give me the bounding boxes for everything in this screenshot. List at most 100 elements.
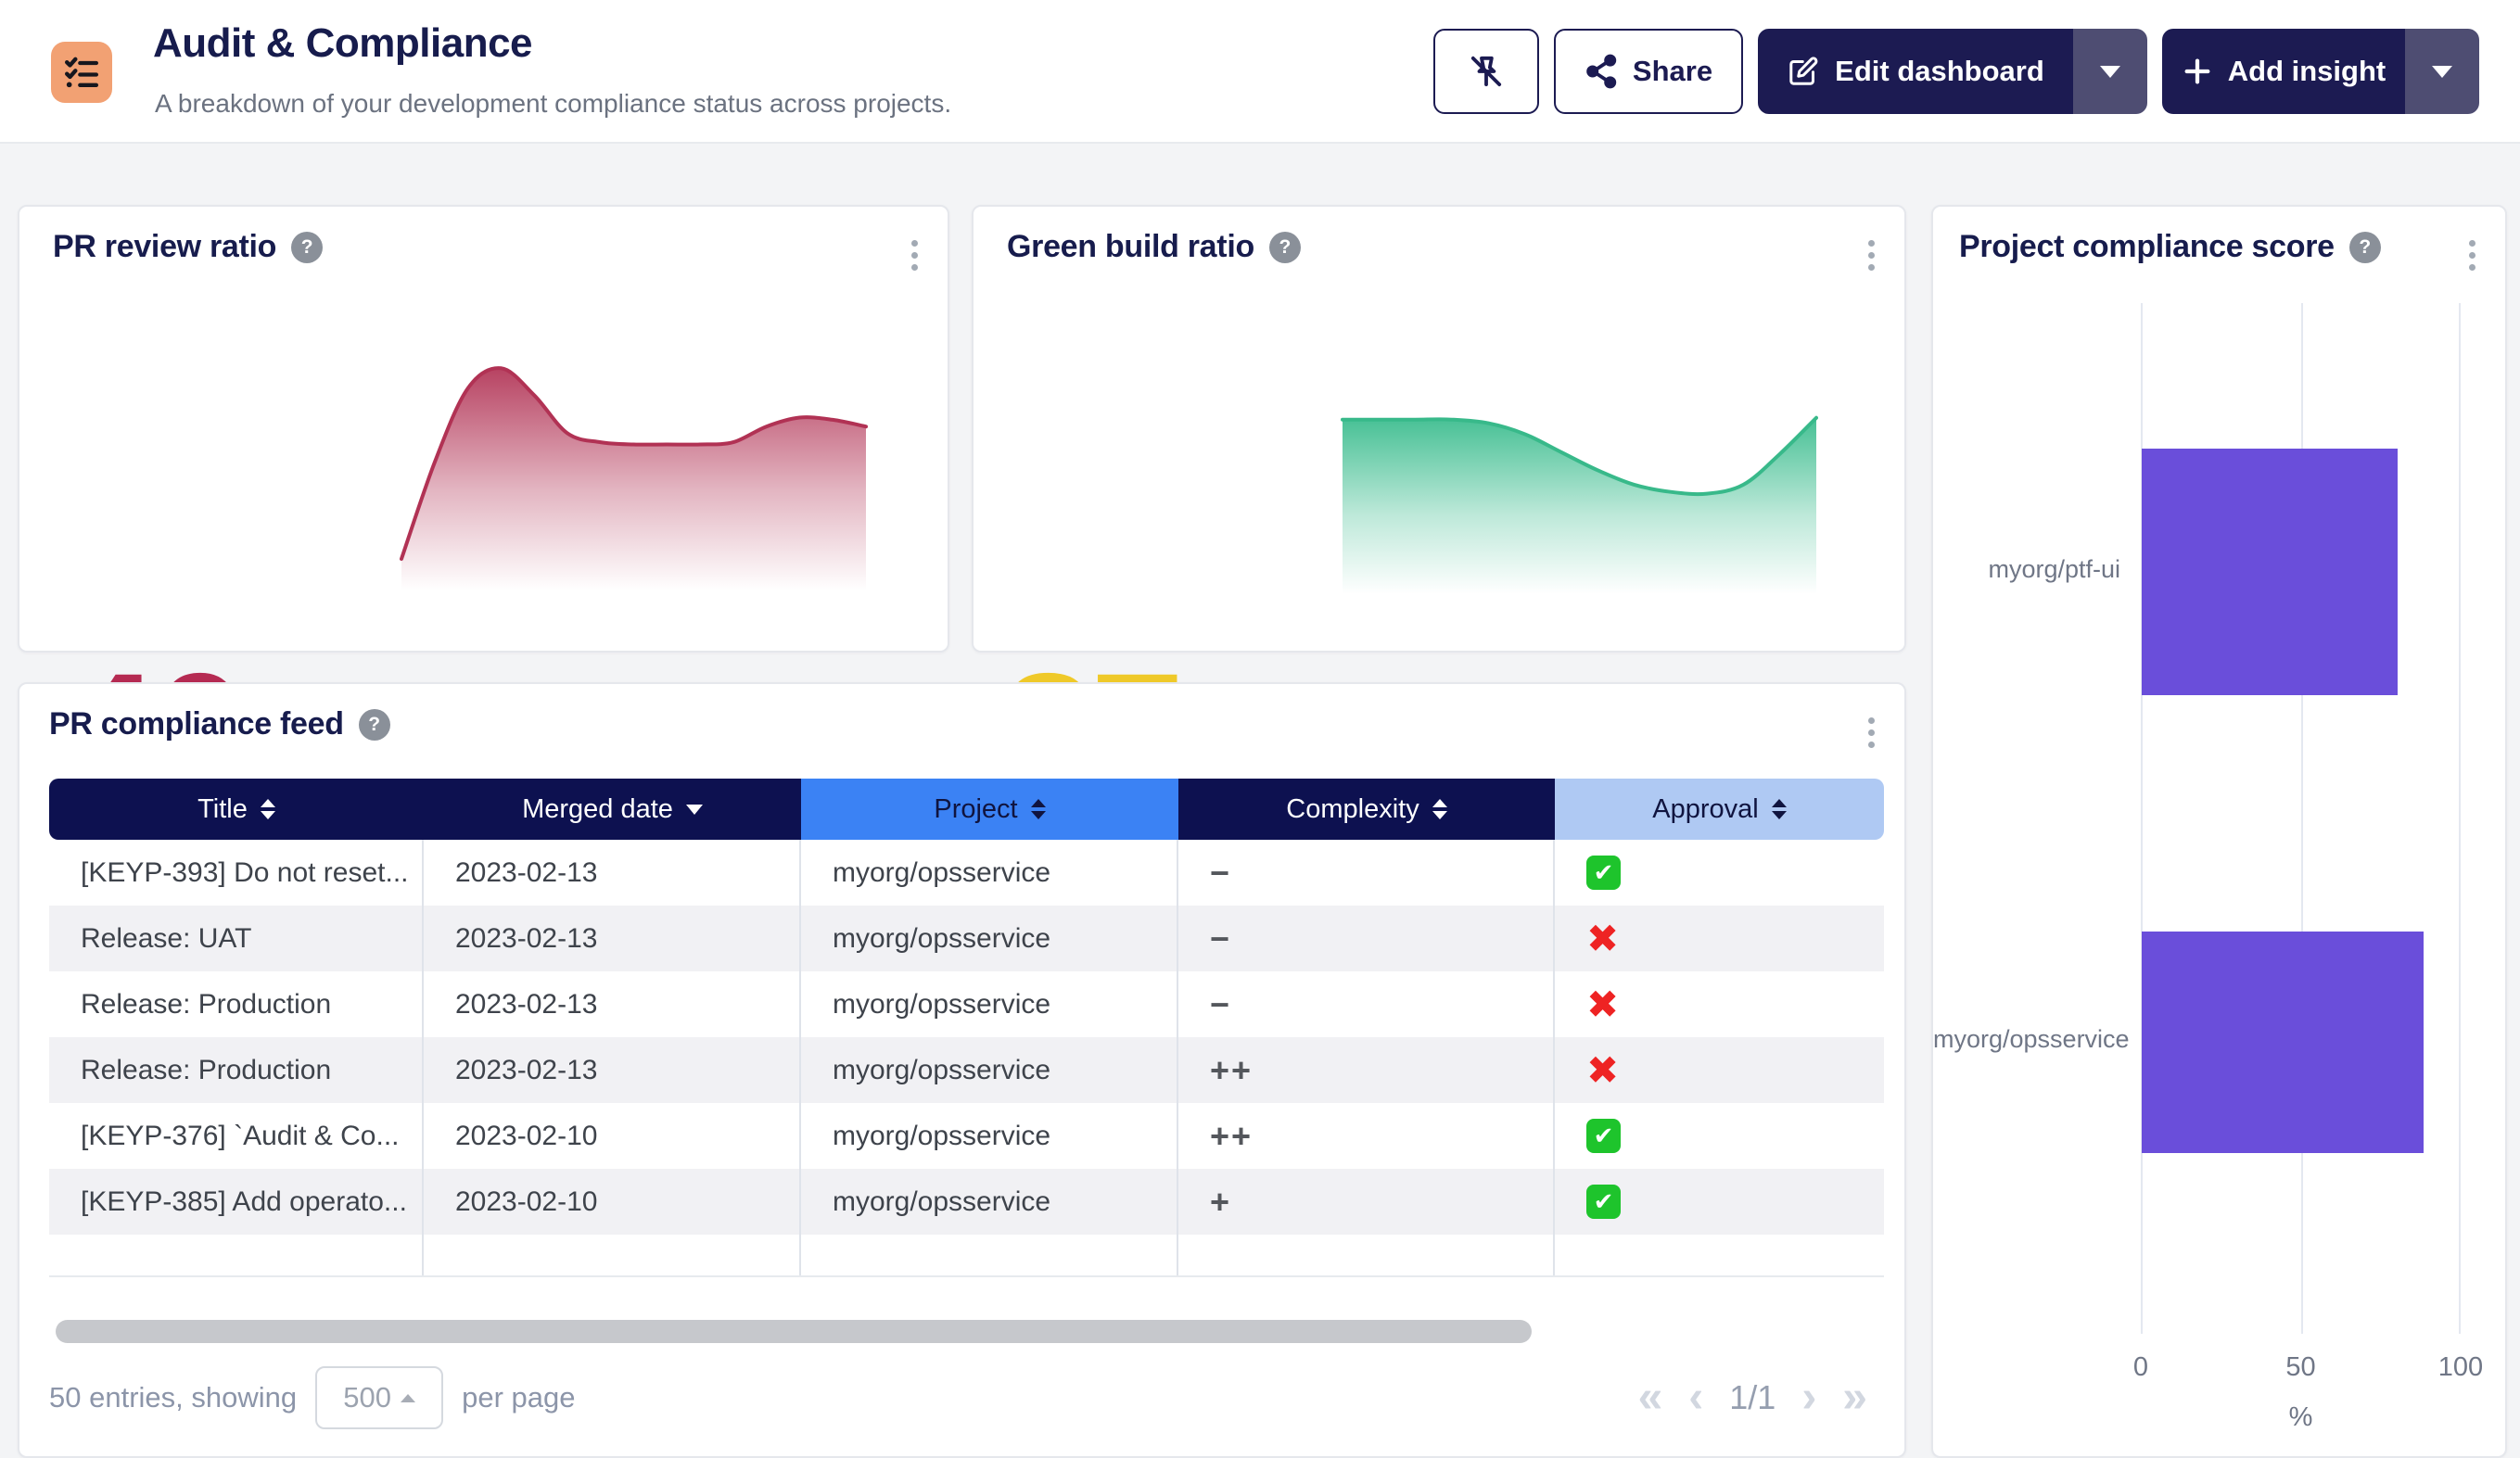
chevron-down-icon	[2432, 66, 2452, 78]
cell-complexity: ++	[1178, 1103, 1555, 1169]
card-project-compliance-score: Project compliance score ? myorg/ptf-ui …	[1931, 205, 2507, 1458]
cell-title: Release: Production	[49, 971, 424, 1037]
add-insight-label: Add insight	[2228, 55, 2386, 88]
pr-review-area-chart	[400, 357, 868, 590]
approval-approved-icon: ✔	[1586, 1185, 1621, 1219]
cell-merged-date: 2023-02-13	[424, 971, 801, 1037]
cell-complexity: −	[1178, 840, 1555, 906]
sort-icon	[1031, 799, 1046, 819]
column-header-approval[interactable]: Approval	[1555, 779, 1884, 840]
card-green-build-ratio: Green build ratio ? 87 %	[972, 205, 1906, 653]
card-title: Project compliance score	[1959, 229, 2335, 265]
cell-merged-date: 2023-02-10	[424, 1103, 801, 1169]
approval-approved-icon: ✔	[1586, 1119, 1621, 1153]
more-menu-button[interactable]	[1863, 712, 1880, 754]
cell-project: myorg/opsservice	[801, 906, 1178, 971]
entries-count-text: 50 entries, showing	[49, 1381, 297, 1414]
bar-myorg-ptf-ui	[2142, 449, 2398, 695]
plus-icon	[2182, 56, 2213, 87]
table-row: Release: UAT 2023-02-13 myorg/opsservice…	[49, 906, 1884, 971]
page-indicator: 1/1	[1729, 1378, 1775, 1417]
pin-off-icon	[1468, 53, 1505, 90]
approval-rejected-icon: ✖	[1586, 1053, 1619, 1087]
cell-merged-date: 2023-02-13	[424, 840, 801, 906]
chevron-up-icon	[401, 1394, 415, 1402]
cell-title: [KEYP-393] Do not reset...	[49, 840, 424, 906]
unpin-button[interactable]	[1433, 29, 1539, 114]
cell-project: myorg/opsservice	[801, 971, 1178, 1037]
card-title: Green build ratio	[1007, 229, 1254, 265]
approval-approved-icon: ✔	[1586, 856, 1621, 890]
page-size-select[interactable]: 500	[315, 1366, 443, 1429]
cell-approval: ✔	[1555, 840, 1884, 906]
sort-icon	[261, 799, 275, 819]
sort-icon	[1772, 799, 1787, 819]
help-icon[interactable]: ?	[1269, 232, 1301, 263]
edit-dashboard-caret-button[interactable]	[2073, 29, 2147, 114]
table-row: [KEYP-393] Do not reset... 2023-02-13 my…	[49, 840, 1884, 906]
prev-page-button[interactable]: ‹	[1688, 1376, 1703, 1420]
cell-approval: ✔	[1555, 1103, 1884, 1169]
cell-project: myorg/opsservice	[801, 1103, 1178, 1169]
cell-merged-date: 2023-02-13	[424, 1037, 801, 1103]
column-header-complexity[interactable]: Complexity	[1178, 779, 1555, 840]
more-menu-button[interactable]	[906, 235, 923, 276]
table-row: Release: Production 2023-02-13 myorg/ops…	[49, 1037, 1884, 1103]
bar-label: myorg/ptf-ui	[1933, 555, 2120, 584]
cell-title: [KEYP-376] `Audit & Co...	[49, 1103, 424, 1169]
axis-label: %	[2289, 1402, 2313, 1433]
pr-compliance-table: Title Merged date Project Complexity App…	[49, 779, 1884, 1277]
sort-desc-icon	[686, 805, 703, 815]
table-row: Release: Production 2023-02-13 myorg/ops…	[49, 971, 1884, 1037]
cell-merged-date: 2023-02-13	[424, 906, 801, 971]
more-menu-button[interactable]	[1863, 235, 1880, 276]
last-page-button[interactable]: »	[1842, 1376, 1867, 1420]
table-row-partial	[49, 1235, 1884, 1277]
add-insight-caret-button[interactable]	[2405, 29, 2479, 114]
more-menu-button[interactable]	[2463, 235, 2481, 276]
page-title: Audit & Compliance	[153, 20, 532, 67]
share-button[interactable]: Share	[1554, 29, 1743, 114]
cell-project: myorg/opsservice	[801, 1169, 1178, 1235]
cell-complexity: +	[1178, 1169, 1555, 1235]
approval-rejected-icon: ✖	[1586, 921, 1619, 956]
sort-icon	[1432, 799, 1447, 819]
gridline	[2459, 303, 2461, 1334]
edit-dashboard-button-group: Edit dashboard	[1758, 29, 2147, 114]
checklist-icon	[63, 54, 100, 91]
edit-dashboard-label: Edit dashboard	[1835, 55, 2044, 88]
cell-title: Release: Production	[49, 1037, 424, 1103]
add-insight-button-group: Add insight	[2162, 29, 2479, 114]
horizontal-scrollbar-thumb[interactable]	[56, 1320, 1532, 1343]
cell-approval: ✖	[1555, 1037, 1884, 1103]
help-icon[interactable]: ?	[2349, 232, 2381, 263]
axis-tick: 0	[2133, 1352, 2148, 1383]
cell-project: myorg/opsservice	[801, 1037, 1178, 1103]
edit-icon	[1787, 55, 1820, 88]
cell-merged-date: 2023-02-10	[424, 1169, 801, 1235]
add-insight-button[interactable]: Add insight	[2162, 29, 2405, 114]
help-icon[interactable]: ?	[359, 709, 390, 741]
cell-project: myorg/opsservice	[801, 840, 1178, 906]
first-page-button[interactable]: «	[1638, 1376, 1663, 1420]
column-header-title[interactable]: Title	[49, 779, 424, 840]
column-header-project[interactable]: Project	[801, 779, 1178, 840]
table-header-row: Title Merged date Project Complexity App…	[49, 779, 1884, 840]
cell-approval: ✖	[1555, 971, 1884, 1037]
edit-dashboard-button[interactable]: Edit dashboard	[1758, 29, 2073, 114]
bar-myorg-opsservice	[2142, 932, 2424, 1153]
approval-rejected-icon: ✖	[1586, 987, 1619, 1021]
bar-label: myorg/opsservice	[1933, 1025, 2120, 1054]
per-page-text: per page	[462, 1381, 575, 1414]
header-actions: Share Edit dashboard Add insight	[1433, 29, 2479, 114]
axis-tick: 50	[2285, 1352, 2315, 1383]
cell-complexity: −	[1178, 971, 1555, 1037]
dashboard-icon	[51, 42, 112, 103]
column-header-merged-date[interactable]: Merged date	[424, 779, 801, 840]
card-title: PR review ratio	[53, 229, 276, 265]
app-header: Audit & Compliance A breakdown of your d…	[0, 0, 2520, 144]
axis-tick: 100	[2438, 1352, 2483, 1383]
help-icon[interactable]: ?	[291, 232, 323, 263]
next-page-button[interactable]: ›	[1801, 1376, 1816, 1420]
table-footer: 50 entries, showing 500 per page « ‹ 1/1…	[49, 1357, 1867, 1439]
